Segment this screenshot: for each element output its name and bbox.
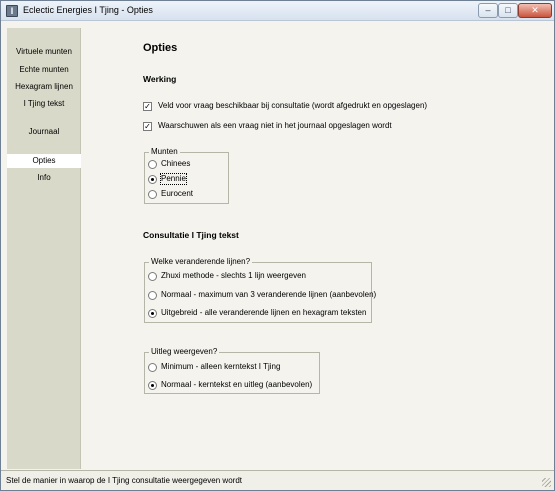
radio-normaal-uitleg-label[interactable]: Normaal - kerntekst en uitleg (aanbevole… bbox=[161, 380, 312, 390]
sidebar-item-i-tjing-tekst[interactable]: I Tjing tekst bbox=[7, 97, 81, 111]
page-title: Opties bbox=[143, 42, 178, 54]
title-bar[interactable]: I Eclectic Energies I Tjing - Opties – □… bbox=[1, 1, 554, 21]
radio-zhuxi[interactable] bbox=[148, 272, 157, 281]
sidebar-item-hexagram-lijnen[interactable]: Hexagram lijnen bbox=[7, 80, 81, 94]
sidebar-item-journaal[interactable]: Journaal bbox=[7, 125, 81, 139]
question-field-checkbox[interactable]: ✓ bbox=[143, 102, 152, 111]
sidebar-item-virtuele-munten[interactable]: Virtuele munten bbox=[7, 45, 81, 59]
options-panel: Opties Werking ✓ Veld voor vraag beschik… bbox=[82, 28, 550, 469]
radio-normaal-lijnen-label[interactable]: Normaal - maximum van 3 veranderende lij… bbox=[161, 290, 376, 300]
uitleg-groupbox: Uitleg weergeven? Minimum - alleen kernt… bbox=[144, 347, 320, 394]
radio-chinees[interactable] bbox=[148, 160, 157, 169]
radio-selected-dot bbox=[151, 178, 154, 181]
maximize-button[interactable]: □ bbox=[498, 3, 518, 18]
radio-selected-dot bbox=[151, 312, 154, 315]
radio-normaal-lijnen[interactable] bbox=[148, 291, 157, 300]
radio-eurocent-label[interactable]: Eurocent bbox=[161, 189, 193, 199]
options-window: I Eclectic Energies I Tjing - Opties – □… bbox=[0, 0, 555, 491]
journal-warning-checkbox[interactable]: ✓ bbox=[143, 122, 152, 131]
journal-warning-label[interactable]: Waarschuwen als een vraag niet in het jo… bbox=[158, 121, 392, 131]
section-heading-werking: Werking bbox=[143, 74, 177, 84]
minimize-button[interactable]: – bbox=[478, 3, 498, 18]
section-heading-consultatie: Consultatie I Tjing tekst bbox=[143, 230, 239, 240]
app-icon[interactable]: I bbox=[6, 5, 18, 17]
radio-pennie[interactable] bbox=[148, 175, 157, 184]
sidebar-nav: Virtuele munten Echte munten Hexagram li… bbox=[7, 28, 81, 469]
radio-zhuxi-label[interactable]: Zhuxi methode - slechts 1 lijn weergeven bbox=[161, 271, 306, 281]
radio-eurocent[interactable] bbox=[148, 190, 157, 199]
munten-legend: Munten bbox=[149, 147, 180, 157]
radio-uitgebreid-label[interactable]: Uitgebreid - alle veranderende lijnen en… bbox=[161, 308, 366, 318]
radio-uitgebreid[interactable] bbox=[148, 309, 157, 318]
radio-minimum[interactable] bbox=[148, 363, 157, 372]
sidebar-item-info[interactable]: Info bbox=[7, 171, 81, 185]
radio-pennie-label[interactable]: Pennie bbox=[160, 173, 187, 185]
lijnen-groupbox: Welke veranderende lijnen? Zhuxi methode… bbox=[144, 257, 376, 323]
status-bar: Stel de manier in waarop de I Tjing cons… bbox=[1, 470, 554, 490]
sidebar-item-echte-munten[interactable]: Echte munten bbox=[7, 63, 81, 77]
status-text: Stel de manier in waarop de I Tjing cons… bbox=[6, 476, 242, 485]
resize-grip-icon[interactable] bbox=[542, 478, 551, 487]
munten-groupbox: Munten Chinees Pennie Eurocent bbox=[144, 147, 229, 204]
radio-minimum-label[interactable]: Minimum - alleen kerntekst I Tjing bbox=[161, 362, 280, 372]
uitleg-legend: Uitleg weergeven? bbox=[149, 347, 220, 357]
radio-normaal-uitleg[interactable] bbox=[148, 381, 157, 390]
question-field-label[interactable]: Veld voor vraag beschikbaar bij consulta… bbox=[158, 101, 427, 111]
close-button[interactable]: ✕ bbox=[518, 3, 552, 18]
sidebar-item-opties[interactable]: Opties bbox=[7, 154, 81, 168]
radio-selected-dot bbox=[151, 384, 154, 387]
radio-chinees-label[interactable]: Chinees bbox=[161, 159, 190, 169]
window-title: Eclectic Energies I Tjing - Opties bbox=[23, 5, 153, 15]
lijnen-legend: Welke veranderende lijnen? bbox=[149, 257, 253, 267]
